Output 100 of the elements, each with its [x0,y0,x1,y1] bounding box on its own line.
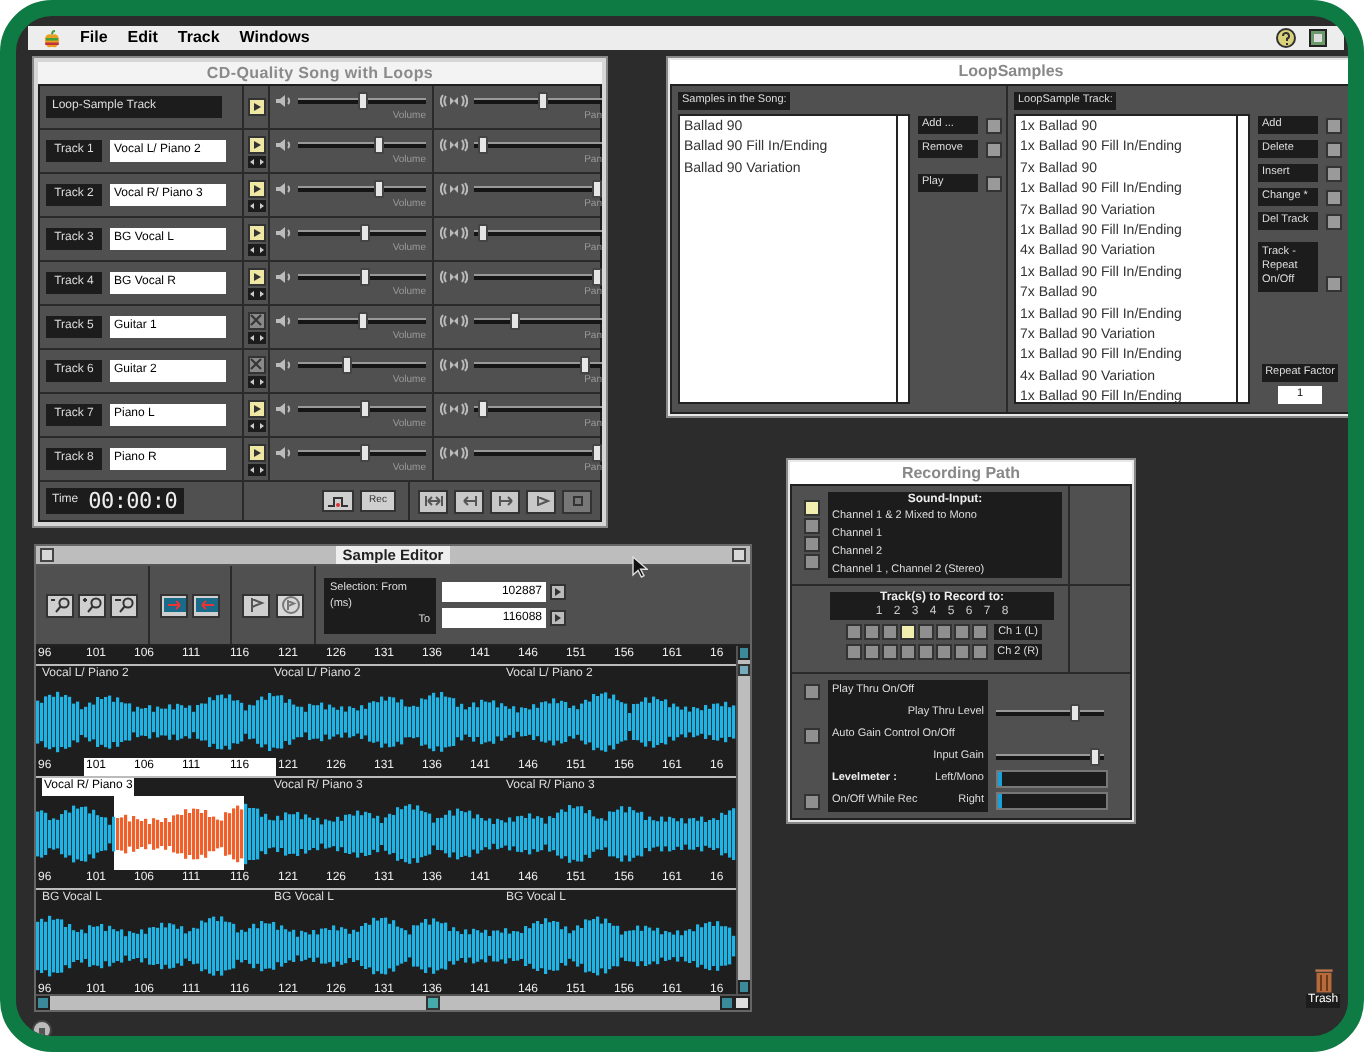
play-button[interactable] [247,179,265,197]
level-slider[interactable] [996,748,1104,766]
step-back-button[interactable] [454,489,484,513]
slider-thumb[interactable] [580,356,591,374]
mute-button[interactable] [247,355,265,373]
slider-thumb[interactable] [1069,704,1080,722]
step-button[interactable] [550,610,566,626]
pan-slider[interactable] [474,444,602,462]
menu-item[interactable]: File [80,30,108,46]
flag-button[interactable] [242,593,270,617]
link-button[interactable] [247,155,265,167]
play-icon [251,271,261,281]
play-button[interactable] [247,223,265,241]
slider-thumb[interactable] [360,444,371,462]
play-icon [251,139,261,149]
cursor-icon [632,556,648,578]
checkbox[interactable] [804,793,820,809]
horizontal-scrollbar[interactable] [36,994,750,1010]
volume-slider[interactable] [298,356,426,374]
window-title: Recording Path [790,462,1132,484]
slider-thumb[interactable] [477,136,488,154]
slider-thumb[interactable] [592,268,602,286]
link-button[interactable] [247,287,265,299]
slider-thumb[interactable] [357,312,367,330]
mute-button[interactable] [247,311,265,329]
triangle-icon [554,588,562,596]
apple-icon[interactable] [44,29,60,47]
play-button[interactable] [526,489,556,513]
step-forward-button[interactable] [490,489,520,513]
radio-button[interactable] [804,536,820,552]
close-box[interactable] [40,548,54,562]
play-button[interactable] [247,98,265,116]
slider-thumb[interactable] [477,224,488,242]
zoom-fit-button[interactable] [110,593,138,617]
volume-slider[interactable] [298,400,426,418]
radio-button[interactable] [804,500,820,516]
scroll-thumb[interactable] [738,664,750,676]
menu-item[interactable]: Edit [127,30,158,46]
application-icon[interactable] [1308,28,1328,48]
trash-can-icon[interactable] [1313,966,1334,994]
slider-thumb[interactable] [592,180,602,198]
pan-slider[interactable] [474,312,602,330]
volume-slider[interactable] [298,224,426,242]
play-button[interactable] [247,443,265,461]
pan-slider[interactable] [474,356,602,374]
rewind-button[interactable] [418,489,448,513]
volume-slider[interactable] [298,312,426,330]
slider-thumb[interactable] [1089,748,1100,766]
play-button[interactable] [247,399,265,417]
scroll-thumb[interactable] [426,996,440,1010]
pan-slider[interactable] [474,136,602,154]
step-button[interactable] [550,584,566,600]
volume-slider[interactable] [298,92,426,110]
radio-button[interactable] [804,554,820,570]
pan-slider[interactable] [474,180,602,198]
volume-slider[interactable] [298,180,426,198]
loop-button[interactable] [322,490,354,512]
pan-slider[interactable] [474,92,602,110]
link-button[interactable] [247,331,265,343]
play-button[interactable] [247,135,265,153]
slider-thumb[interactable] [359,224,370,242]
zoom-out-button[interactable] [46,593,74,617]
move-right-button[interactable] [160,593,188,617]
loop-track-list[interactable] [1014,114,1250,404]
slider-thumb[interactable] [509,312,520,330]
volume-slider[interactable] [298,136,426,154]
radio-button[interactable] [804,518,820,534]
slider-thumb[interactable] [342,356,353,374]
checkbox[interactable] [804,727,820,743]
double-arrow-icon [249,289,263,297]
link-button[interactable] [247,375,265,387]
slider-thumb[interactable] [477,400,488,418]
menu-item[interactable]: Track [177,30,220,46]
slider-thumb[interactable] [538,92,549,110]
volume-slider[interactable] [298,268,426,286]
zoom-box[interactable] [732,548,746,562]
slider-thumb[interactable] [357,92,367,110]
slider-thumb[interactable] [359,268,370,286]
volume-slider[interactable] [298,444,426,462]
slider-thumb[interactable] [374,136,385,154]
help-icon[interactable] [1276,28,1296,48]
window-title: CD-Quality Song with Loops [38,62,602,84]
slider-thumb[interactable] [360,400,371,418]
move-left-button[interactable] [192,593,220,617]
slider-thumb[interactable] [592,444,602,462]
zoom-in-button[interactable] [78,593,106,617]
link-button[interactable] [247,199,265,211]
circled-flag-button[interactable] [276,593,304,617]
pan-slider[interactable] [474,224,602,242]
slider-thumb[interactable] [374,180,385,198]
resize-box[interactable] [734,996,750,1010]
menu-item[interactable]: Windows [239,30,310,46]
link-button[interactable] [247,243,265,255]
vertical-scrollbar[interactable] [736,646,750,994]
link-button[interactable] [247,419,265,431]
pan-slider[interactable] [474,400,602,418]
pan-slider[interactable] [474,268,602,286]
play-button[interactable] [247,267,265,285]
checkbox[interactable] [804,683,820,699]
link-button[interactable] [247,463,265,475]
